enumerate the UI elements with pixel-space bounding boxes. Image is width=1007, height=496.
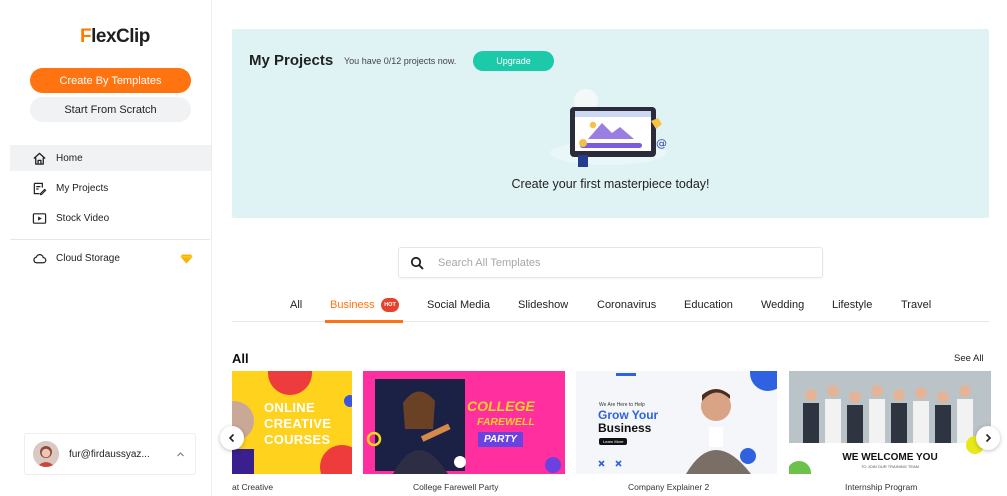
home-icon xyxy=(33,152,46,165)
tab-all[interactable]: All xyxy=(290,299,302,311)
card-overlay-text: PARTY xyxy=(478,432,523,447)
flexclip-logo[interactable]: FlexClip xyxy=(80,26,150,48)
card-title: College Farewell Party xyxy=(413,482,499,492)
upgrade-button[interactable]: Upgrade xyxy=(473,51,554,71)
card-title: at Creative xyxy=(232,482,274,492)
template-card-company-explainer[interactable]: We Are Here to Help Grow Your Business L… xyxy=(576,371,777,474)
user-email: fur@firdaussyaz... xyxy=(69,448,150,460)
card-overlay-text: ONLINE xyxy=(264,400,315,415)
tab-coronavirus[interactable]: Coronavirus xyxy=(597,299,656,311)
sidebar-item-my-projects[interactable]: My Projects xyxy=(10,175,211,201)
projects-count-text: You have 0/12 projects now. xyxy=(344,56,457,66)
page-title: My Projects xyxy=(249,52,334,69)
card-overlay-button: Learn More xyxy=(599,438,628,445)
hot-badge: HOT xyxy=(381,298,399,312)
sidebar-item-stock-video[interactable]: Stock Video xyxy=(10,205,211,231)
search-icon xyxy=(410,256,424,269)
template-search-bar[interactable] xyxy=(398,247,823,278)
avatar xyxy=(33,441,59,467)
svg-text:@: @ xyxy=(656,137,667,150)
tab-travel[interactable]: Travel xyxy=(901,299,931,311)
sidebar: FlexClip Create By Templates Start From … xyxy=(0,0,212,496)
tab-social-media[interactable]: Social Media xyxy=(427,299,490,311)
card-title: Internship Program xyxy=(845,482,918,492)
card-overlay-text: COLLEGE xyxy=(467,398,535,414)
sidebar-item-label: Home xyxy=(56,152,83,164)
tab-slideshow[interactable]: Slideshow xyxy=(518,299,568,311)
card-overlay-text: CREATIVE xyxy=(264,416,332,431)
chevron-up-icon[interactable] xyxy=(176,450,185,459)
section-title: All xyxy=(232,351,249,366)
card-title: Company Explainer 2 xyxy=(628,482,710,492)
active-tab-indicator xyxy=(325,320,403,323)
start-from-scratch-button[interactable]: Start From Scratch xyxy=(30,97,191,122)
card-overlay-text: COURSES xyxy=(264,432,331,447)
chevron-right-icon xyxy=(985,433,992,443)
premium-diamond-icon xyxy=(180,254,193,264)
sidebar-item-label: Cloud Storage xyxy=(56,252,120,264)
sidebar-divider xyxy=(10,239,210,240)
carousel-prev-button[interactable] xyxy=(220,426,244,450)
card-overlay-text: Business xyxy=(598,421,652,435)
sidebar-item-label: Stock Video xyxy=(56,212,110,224)
my-projects-panel: My Projects You have 0/12 projects now. … xyxy=(232,29,989,218)
cloud-icon xyxy=(33,253,47,263)
edit-icon xyxy=(33,182,47,195)
template-card-college-farewell[interactable]: COLLEGE FAREWELL PARTY xyxy=(363,371,565,474)
user-account-menu[interactable]: fur@firdaussyaz... xyxy=(24,433,196,475)
template-card-online-creative[interactable]: ONLINE CREATIVE COURSES xyxy=(232,371,352,474)
sidebar-item-home[interactable]: Home xyxy=(10,145,211,171)
chevron-left-icon xyxy=(228,433,235,443)
card-overlay-text: WE WELCOME YOU xyxy=(842,452,938,463)
card-overlay-text: FAREWELL xyxy=(477,416,535,428)
see-all-link[interactable]: See All xyxy=(954,353,984,364)
card-overlay-text: TO JOIN OUR TRAINING TEAM xyxy=(860,464,919,469)
create-by-templates-button[interactable]: Create By Templates xyxy=(30,68,191,93)
search-input[interactable] xyxy=(438,256,778,269)
empty-projects-illustration: @ xyxy=(550,89,667,167)
sidebar-item-label: My Projects xyxy=(56,182,109,194)
tab-business[interactable]: Business xyxy=(330,299,375,311)
template-category-tabs: All Business HOT Social Media Slideshow … xyxy=(232,294,989,323)
tab-wedding[interactable]: Wedding xyxy=(761,299,804,311)
empty-state-message: Create your first masterpiece today! xyxy=(511,177,710,191)
tab-lifestyle[interactable]: Lifestyle xyxy=(832,299,872,311)
carousel-next-button[interactable] xyxy=(976,426,1000,450)
template-card-internship-program[interactable]: WE WELCOME YOU TO JOIN OUR TRAINING TEAM xyxy=(789,371,991,474)
tab-education[interactable]: Education xyxy=(684,299,733,311)
video-icon xyxy=(32,212,47,224)
